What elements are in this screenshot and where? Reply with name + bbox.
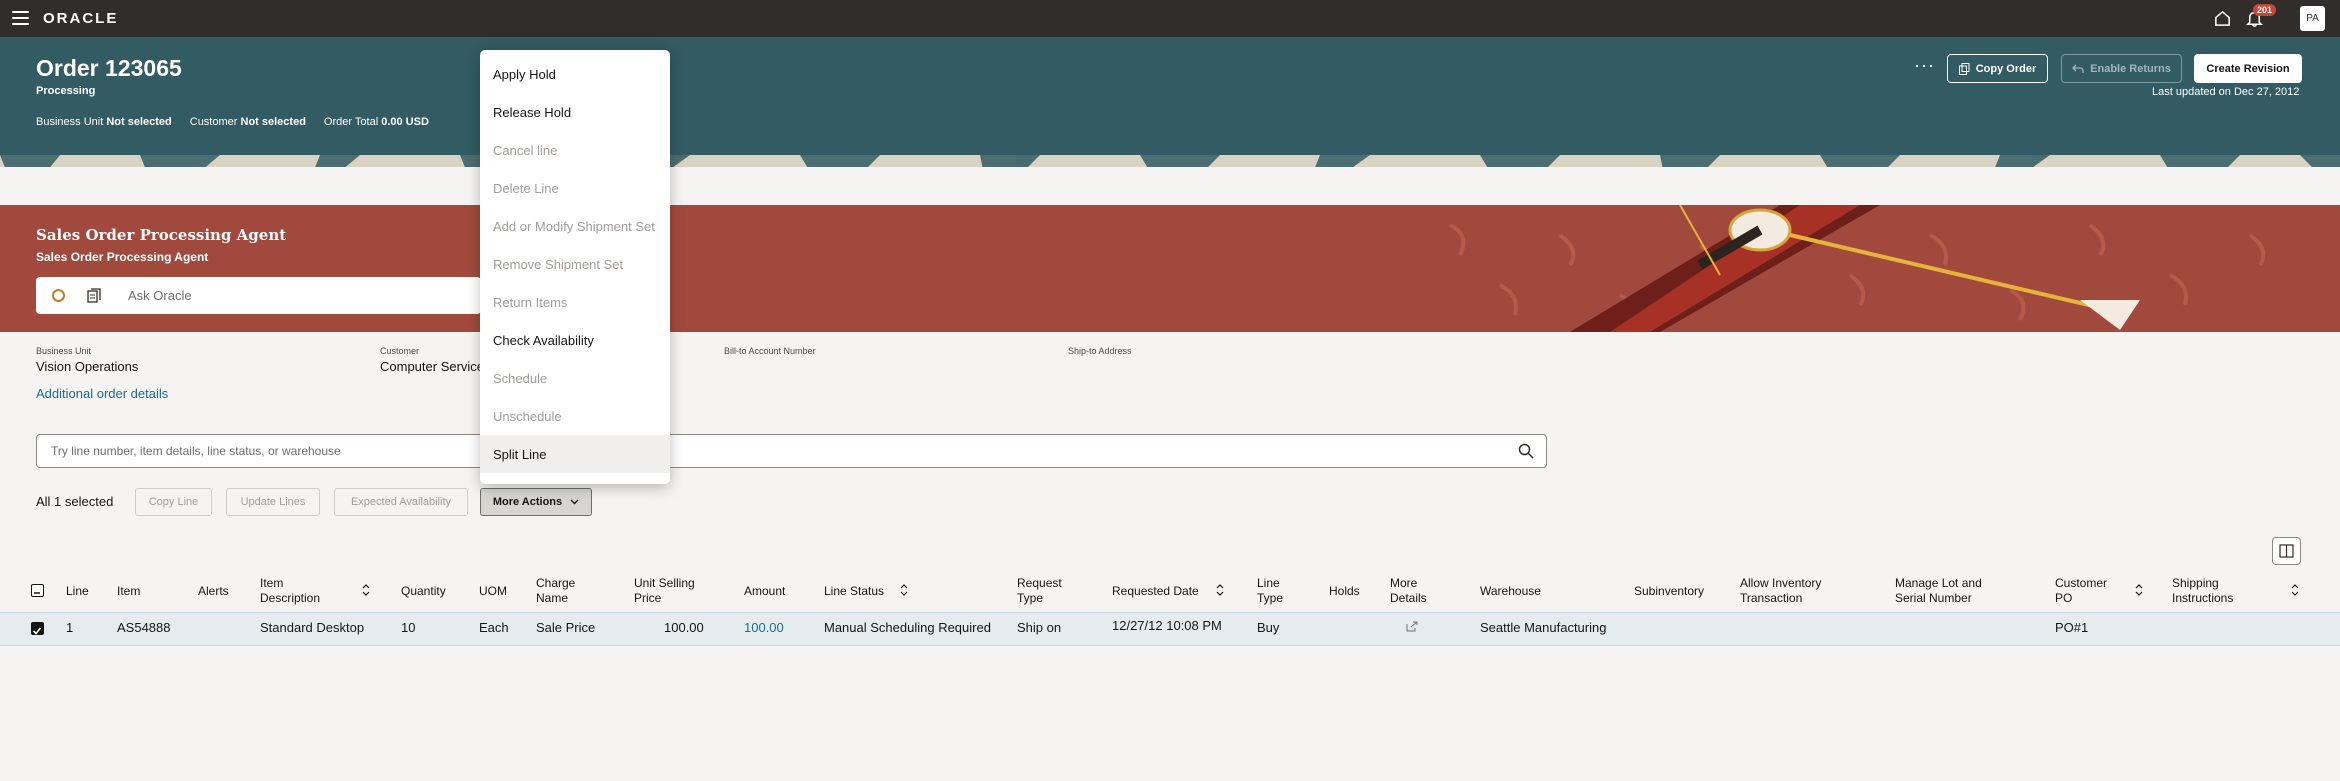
chevron-down-icon — [570, 499, 579, 505]
menu-icon[interactable] — [12, 11, 29, 25]
enable-returns-button[interactable]: Enable Returns — [2061, 54, 2182, 83]
copy-line-button[interactable]: Copy Line — [135, 488, 212, 516]
col-subinventory[interactable]: Subinventory — [1634, 584, 1704, 599]
notification-badge: 201 — [2253, 4, 2277, 16]
cell-uom: Each — [479, 620, 509, 635]
external-link-icon[interactable] — [1406, 621, 1418, 632]
sort-icon[interactable] — [362, 584, 370, 596]
order-total-summary: Order Total 0.00 USD — [323, 116, 429, 128]
menu-item-add-modify-shipment-set[interactable]: Add or Modify Shipment Set — [480, 207, 670, 245]
select-all-checkbox[interactable] — [31, 584, 44, 597]
expected-availability-button[interactable]: Expected Availability — [334, 488, 468, 516]
page-title: Order 123065 — [36, 55, 182, 81]
menu-item-schedule[interactable]: Schedule — [480, 359, 670, 397]
menu-item-unschedule[interactable]: Unschedule — [480, 397, 670, 435]
order-status: Processing — [36, 85, 96, 97]
cell-charge-name: Sale Price — [536, 620, 596, 635]
line-search-placeholder: Try line number, item details, line stat… — [51, 444, 341, 458]
avatar[interactable]: PA — [2300, 6, 2325, 31]
oracle-logo[interactable]: ORACLE — [43, 10, 118, 27]
home-icon[interactable] — [2213, 9, 2232, 28]
cell-customer-po: PO#1 — [2055, 620, 2089, 635]
col-amount[interactable]: Amount — [744, 584, 785, 599]
update-lines-button[interactable]: Update Lines — [226, 488, 320, 516]
col-requested-date[interactable]: Requested Date — [1112, 584, 1199, 599]
customer-summary: Customer Not selected — [189, 116, 306, 128]
menu-item-split-line[interactable]: Split Line — [480, 435, 670, 473]
col-quantity[interactable]: Quantity — [401, 584, 446, 599]
cell-amount-link[interactable]: 100.00 — [744, 620, 784, 635]
cell-requested-date[interactable]: 12/27/12 10:08 PM — [1112, 618, 1222, 633]
col-unit-selling-price[interactable]: Unit Selling Price — [634, 576, 695, 606]
create-revision-button[interactable]: Create Revision — [2194, 54, 2302, 83]
additional-order-details-link[interactable]: Additional order details — [36, 386, 168, 401]
document-icon[interactable] — [87, 288, 101, 303]
menu-item-cancel-line[interactable]: Cancel line — [480, 131, 670, 169]
business-unit-summary: Business Unit Not selected — [36, 116, 172, 128]
cell-quantity[interactable]: 10 — [401, 620, 415, 635]
copy-icon — [1958, 62, 1970, 75]
menu-item-release-hold[interactable]: Release Hold — [480, 93, 670, 131]
header-decoration — [0, 155, 2340, 167]
sort-icon[interactable] — [2135, 584, 2143, 596]
col-allow-inventory-transaction[interactable]: Allow Inventory Transaction — [1740, 576, 1821, 606]
cell-unit-selling-price: 100.00 — [664, 620, 704, 635]
search-icon[interactable] — [1518, 443, 1534, 459]
cell-line-status: Manual Scheduling Required — [824, 620, 991, 635]
col-uom[interactable]: UOM — [479, 584, 507, 599]
cell-line: 1 — [66, 620, 74, 635]
col-item[interactable]: Item — [117, 584, 140, 599]
line-search-input[interactable]: Try line number, item details, line stat… — [36, 434, 1547, 468]
sort-icon[interactable] — [900, 584, 908, 596]
global-header: ORACLE 201 PA — [0, 0, 2340, 37]
more-options-icon[interactable]: ··· — [1914, 55, 1935, 76]
col-line[interactable]: Line — [66, 584, 89, 599]
col-holds[interactable]: Holds — [1329, 584, 1360, 599]
col-line-status[interactable]: Line Status — [824, 584, 884, 599]
sort-icon[interactable] — [1216, 584, 1224, 596]
copy-order-button[interactable]: Copy Order — [1947, 54, 2048, 83]
col-request-type[interactable]: Request Type — [1017, 576, 1062, 606]
columns-icon[interactable] — [2272, 537, 2301, 565]
row-checkbox[interactable] — [31, 622, 44, 635]
business-unit-value: Vision Operations — [36, 359, 139, 374]
cell-item-description: Standard Desktop — [260, 620, 365, 635]
cell-item: AS54888 — [117, 620, 171, 635]
menu-item-apply-hold[interactable]: Apply Hold — [480, 55, 670, 93]
order-summary: Business Unit Not selected Customer Not … — [36, 116, 429, 128]
col-customer-po[interactable]: Customer PO — [2055, 576, 2107, 606]
ship-to-label: Ship-to Address — [1068, 346, 1132, 356]
sort-icon[interactable] — [2291, 584, 2299, 596]
col-item-description[interactable]: Item Description — [260, 576, 320, 606]
cell-request-type: Ship on — [1017, 620, 1062, 635]
ask-oracle-input[interactable]: Ask Oracle — [36, 277, 481, 314]
menu-item-check-availability[interactable]: Check Availability — [480, 321, 670, 359]
more-actions-menu: Apply Hold Release Hold Cancel line Dele… — [480, 50, 670, 484]
col-warehouse[interactable]: Warehouse — [1480, 584, 1541, 599]
bill-to-label: Bill-to Account Number — [724, 346, 816, 356]
col-shipping-instructions[interactable]: Shipping Instructions — [2172, 576, 2233, 606]
return-icon — [2072, 64, 2084, 73]
col-manage-lot-serial[interactable]: Manage Lot and Serial Number — [1895, 576, 1982, 606]
agent-title: Sales Order Processing Agent — [36, 226, 287, 244]
agent-subtitle: Sales Order Processing Agent — [36, 250, 209, 264]
col-more-details[interactable]: More Details — [1390, 576, 1427, 606]
customer-label: Customer — [380, 346, 420, 356]
customer-value: Computer Service — [380, 359, 485, 374]
menu-item-remove-shipment-set[interactable]: Remove Shipment Set — [480, 245, 670, 283]
col-alerts[interactable]: Alerts — [198, 584, 229, 599]
cell-warehouse: Seattle Manufacturing — [1480, 620, 1607, 635]
business-unit-label: Business Unit — [36, 346, 92, 356]
cell-line-type: Buy — [1257, 620, 1280, 635]
ask-oracle-placeholder: Ask Oracle — [128, 288, 192, 303]
col-line-type[interactable]: Line Type — [1257, 576, 1283, 606]
menu-item-delete-line[interactable]: Delete Line — [480, 169, 670, 207]
chat-icon[interactable] — [52, 289, 65, 302]
selection-count: All 1 selected — [36, 494, 114, 509]
more-actions-button[interactable]: More Actions — [480, 488, 592, 516]
col-charge-name[interactable]: Charge Name — [536, 576, 575, 606]
last-updated: Last updated on Dec 27, 2012 — [2152, 86, 2300, 98]
menu-item-return-items[interactable]: Return Items — [480, 283, 670, 321]
